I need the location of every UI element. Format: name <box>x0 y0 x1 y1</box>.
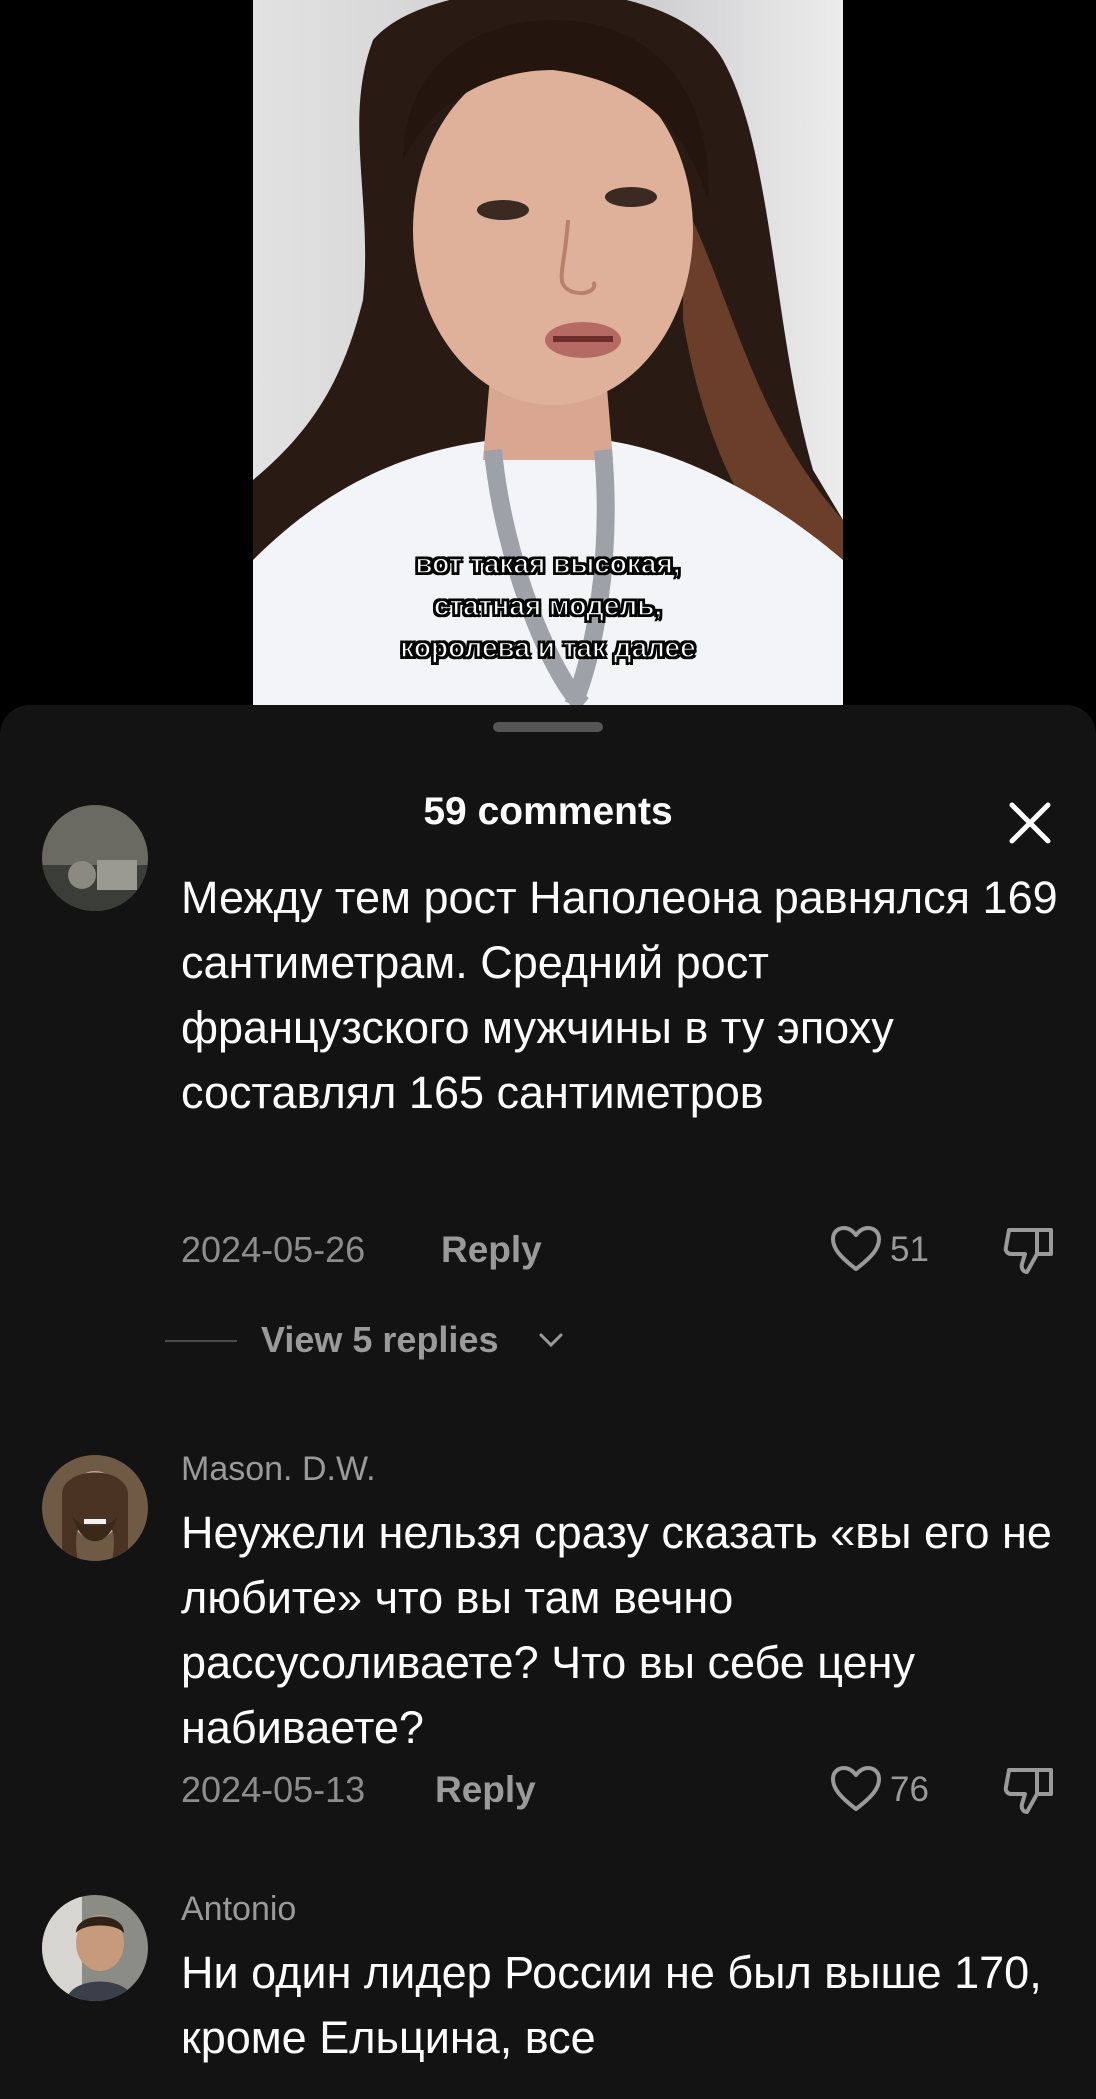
subtitle-line: вот такая высокая, <box>415 547 682 580</box>
like-count: 51 <box>890 1230 929 1269</box>
comment-text: Неужели нельзя сразу сказать «вы его не … <box>181 1507 1052 1753</box>
user-avatar-image <box>42 805 148 911</box>
user-avatar-image <box>42 1455 148 1561</box>
comment-text: Ни один лидер России не был выше 170, кр… <box>181 1947 1042 2063</box>
comment-username[interactable]: Mason. D.W. <box>181 1450 376 1489</box>
comment-username[interactable]: Antonio <box>181 1890 296 1929</box>
video-player[interactable]: вот такая высокая, статная модель, корол… <box>253 0 843 705</box>
heart-icon[interactable] <box>829 1224 883 1274</box>
close-icon <box>1009 802 1051 844</box>
drag-handle[interactable] <box>493 722 603 732</box>
avatar[interactable] <box>42 805 148 911</box>
dislike-icon[interactable] <box>1001 1762 1059 1818</box>
comment-date: 2024-05-26 <box>181 1229 366 1270</box>
heart-icon[interactable] <box>829 1764 883 1814</box>
replies-divider <box>165 1340 237 1342</box>
comment-actions: 2024-05-26 Reply 51 <box>181 1220 1061 1280</box>
subtitle-line: статная модель, <box>433 589 663 622</box>
view-replies-label: View 5 replies <box>261 1319 499 1360</box>
comments-count-title: 59 comments <box>423 790 673 833</box>
comment-actions: 2024-05-13 Reply 76 <box>181 1760 1061 1820</box>
user-avatar-image <box>42 1895 148 2001</box>
view-replies-button[interactable]: View 5 replies <box>165 1310 665 1370</box>
comment-date: 2024-05-13 <box>181 1769 366 1810</box>
dislike-icon[interactable] <box>1001 1222 1059 1278</box>
close-button[interactable] <box>1000 793 1060 853</box>
subtitle-line: королева и так далее <box>400 631 697 664</box>
reply-button[interactable]: Reply <box>441 1220 542 1280</box>
chevron-down-icon <box>539 1333 563 1348</box>
avatar[interactable] <box>42 1455 148 1561</box>
reply-button[interactable]: Reply <box>435 1760 536 1820</box>
comments-sheet: 59 comments Между тем рост Наполеона рав… <box>0 705 1096 2099</box>
video-subtitles: вот такая высокая, статная модель, корол… <box>253 540 843 666</box>
avatar[interactable] <box>42 1895 148 2001</box>
like-count: 76 <box>890 1770 929 1809</box>
comment-text: Между тем рост Наполеона равнялся 169 са… <box>181 872 1058 1118</box>
